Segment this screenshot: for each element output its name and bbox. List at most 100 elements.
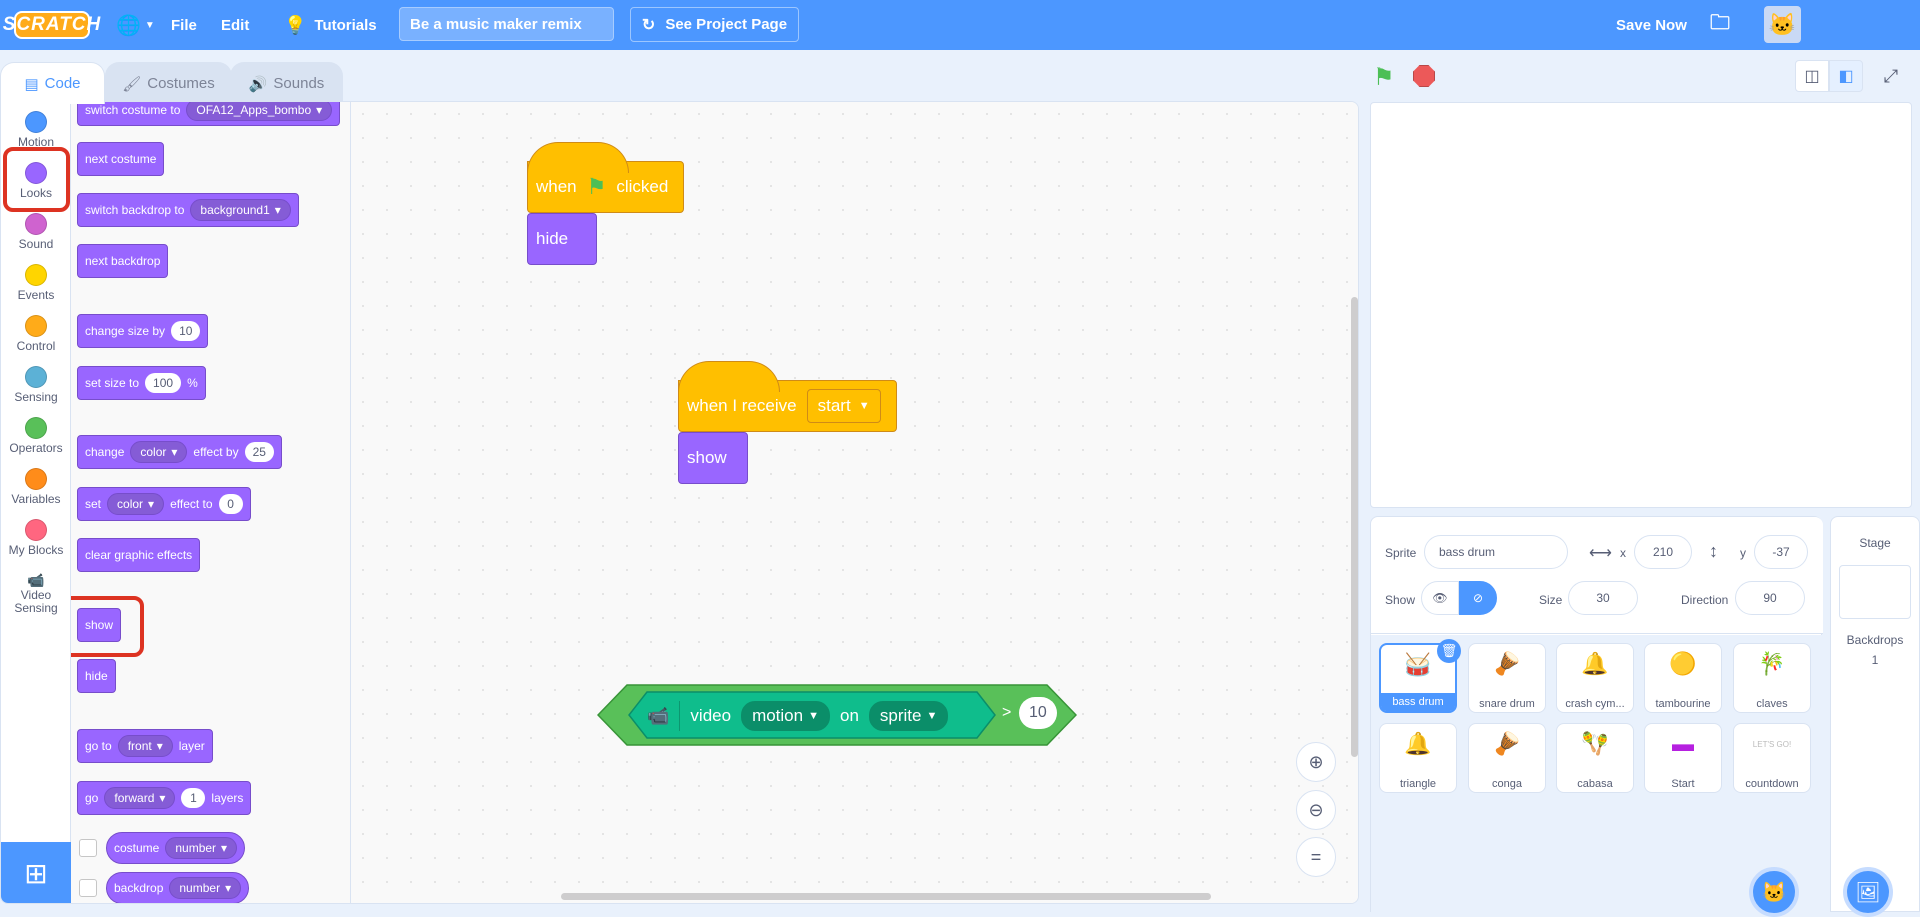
size-input[interactable]: 100 — [145, 373, 182, 393]
block-hide[interactable]: hide — [77, 659, 116, 693]
category-operators[interactable]: Operators — [1, 413, 71, 463]
video-target-dropdown[interactable]: sprite ▼ — [868, 701, 949, 731]
green-flag-icon[interactable]: ⚑ — [1373, 63, 1395, 92]
tutorials-button[interactable]: 💡 Tutorials — [284, 0, 377, 50]
category-sound[interactable]: Sound — [1, 209, 71, 259]
video-motion-comparison-block[interactable]: 📹 video motion ▼ on sprite ▼ > 10 — [597, 684, 1077, 746]
effect-change-input[interactable]: 25 — [244, 442, 274, 462]
stage-thumbnail[interactable] — [1839, 565, 1911, 619]
show-block[interactable]: show — [678, 432, 748, 484]
sprite-thumb-start[interactable]: ▬ Start — [1644, 723, 1722, 793]
block-set-size[interactable]: set size to 100% — [77, 366, 206, 400]
zoom-out-button[interactable]: ⊖ — [1296, 790, 1336, 830]
costume-attr-dropdown[interactable]: number ▾ — [165, 837, 238, 859]
zoom-in-button[interactable]: ⊕ — [1296, 742, 1336, 782]
sprite-thumb-triangle[interactable]: 🔔 triangle — [1379, 723, 1457, 793]
add-extension-button[interactable]: ⊞ — [1, 842, 71, 903]
avatar[interactable]: 🐱 — [1764, 6, 1801, 43]
costume-dropdown[interactable]: OFA12_Apps_bombo ▾ — [186, 102, 333, 121]
hide-block[interactable]: hide — [527, 213, 597, 265]
sprite-thumb-cabasa[interactable]: 🪇 cabasa — [1556, 723, 1634, 793]
zoom-reset-button[interactable]: = — [1296, 837, 1336, 877]
layer-dropdown[interactable]: front ▾ — [117, 735, 173, 757]
category-variables[interactable]: Variables — [1, 464, 71, 514]
sprite-name-input[interactable]: bass drum — [1424, 535, 1568, 569]
stage-canvas[interactable] — [1370, 102, 1912, 508]
block-go-layers[interactable]: go forward ▾ 1 layers — [77, 781, 252, 815]
effect-dropdown[interactable]: color ▾ — [130, 441, 188, 463]
fullscreen-button[interactable]: ⤢ — [1874, 60, 1908, 92]
block-next-backdrop[interactable]: next backdrop — [77, 244, 169, 278]
threshold-input[interactable]: 10 — [1019, 697, 1057, 729]
scratch-logo[interactable]: SCRATCH — [3, 11, 100, 39]
direction-input[interactable]: 90 — [1735, 581, 1805, 615]
message-dropdown[interactable]: start ▼ — [806, 389, 881, 423]
tutorials-label: Tutorials — [314, 16, 377, 34]
sprite-thumb-claves[interactable]: 🎋 claves — [1733, 643, 1811, 713]
sprite-name: tambourine — [1655, 698, 1711, 710]
when-i-receive-hat[interactable]: when I receive start ▼ — [678, 361, 897, 432]
size-change-input[interactable]: 10 — [171, 321, 201, 341]
category-menu: Motion Looks Sound Events Control Sensin… — [1, 102, 71, 903]
sprite-thumb-crash-cymbal[interactable]: 🔔 crash cym... — [1556, 643, 1634, 713]
stop-icon[interactable] — [1413, 65, 1435, 87]
large-stage-button[interactable]: ◧ — [1829, 60, 1863, 92]
tab-costumes[interactable]: 🖌 Costumes — [105, 62, 232, 104]
block-change-effect[interactable]: change color ▾ effect by 25 — [77, 435, 282, 469]
sprite-thumb-tambourine[interactable]: 🟡 tambourine — [1644, 643, 1722, 713]
y-input[interactable]: -37 — [1754, 535, 1808, 569]
script-canvas[interactable]: when ⚑ clicked hide when I receive start… — [351, 102, 1358, 903]
horizontal-scrollbar[interactable] — [561, 893, 1211, 900]
sprite-thumb-snare-drum[interactable]: 🪘 snare drum — [1468, 643, 1546, 713]
when-flag-clicked-hat[interactable]: when ⚑ clicked — [527, 142, 684, 213]
stage-selector[interactable]: Stage Backdrops 1 🖼 — [1830, 516, 1920, 917]
file-menu[interactable]: File — [171, 0, 197, 50]
delete-sprite-button[interactable]: 🗑 — [1437, 639, 1461, 663]
block-set-effect[interactable]: set color ▾ effect to 0 — [77, 487, 251, 521]
dropdown-value: start — [817, 396, 851, 415]
block-change-size[interactable]: change size by 10 — [77, 314, 209, 348]
tab-code[interactable]: ▤ Code — [0, 62, 105, 104]
effect-dropdown[interactable]: color ▾ — [107, 493, 165, 515]
block-switch-backdrop[interactable]: switch backdrop to background1 ▾ — [77, 193, 299, 227]
backdrop-reporter-checkbox[interactable] — [79, 879, 97, 897]
block-go-to-layer[interactable]: go to front ▾ layer — [77, 729, 213, 763]
save-now-button[interactable]: Save Now — [1616, 0, 1687, 50]
costume-reporter-checkbox[interactable] — [79, 839, 97, 857]
effect-value-input[interactable]: 0 — [218, 494, 243, 514]
tab-sounds[interactable]: 🔊 Sounds — [230, 62, 343, 104]
block-label: costume — [114, 841, 160, 855]
vertical-scrollbar[interactable] — [1351, 297, 1358, 757]
choose-backdrop-button[interactable]: 🖼 — [1843, 867, 1893, 917]
video-attribute-dropdown[interactable]: motion ▼ — [741, 701, 830, 731]
hide-sprite-button[interactable]: ⊘ — [1459, 581, 1497, 615]
language-menu[interactable]: 🌐 ▼ — [116, 0, 155, 50]
see-project-page-button[interactable]: ↻ See Project Page — [630, 7, 799, 42]
block-next-costume[interactable]: next costume — [77, 142, 165, 176]
edit-menu[interactable]: Edit — [221, 0, 249, 50]
layers-input[interactable]: 1 — [181, 788, 206, 808]
reporter-backdrop[interactable]: backdrop number ▾ — [106, 872, 250, 903]
project-title-input[interactable]: Be a music maker remix — [399, 7, 614, 41]
sprite-thumb-conga[interactable]: 🪘 conga — [1468, 723, 1546, 793]
size-input[interactable]: 30 — [1568, 581, 1638, 615]
block-switch-costume[interactable]: switch costume to OFA12_Apps_bombo ▾ — [77, 102, 341, 126]
show-sprite-button[interactable]: 👁 — [1421, 581, 1459, 615]
folder-icon[interactable]: 🗀 — [1710, 0, 1730, 50]
category-video-sensing[interactable]: 📹 Video Sensing — [1, 570, 71, 630]
category-sensing[interactable]: Sensing — [1, 362, 71, 412]
direction-dropdown[interactable]: forward ▾ — [104, 787, 176, 809]
small-stage-button[interactable]: ◫ — [1795, 60, 1829, 92]
choose-sprite-button[interactable]: 🐱 — [1749, 867, 1799, 917]
category-my-blocks[interactable]: My Blocks — [1, 515, 71, 565]
sprite-thumb-countdown[interactable]: LET'S GO! countdown — [1733, 723, 1811, 793]
block-clear-graphic-effects[interactable]: clear graphic effects — [77, 538, 201, 572]
reporter-costume[interactable]: costume number ▾ — [106, 832, 246, 864]
category-control[interactable]: Control — [1, 311, 71, 361]
backdrop-attr-dropdown[interactable]: number ▾ — [169, 877, 242, 899]
stage-header: ⚑ ◫ ◧ ⤢ — [1359, 50, 1920, 102]
category-events[interactable]: Events — [1, 260, 71, 310]
backdrop-dropdown[interactable]: background1 ▾ — [190, 199, 291, 221]
x-input[interactable]: 210 — [1634, 535, 1692, 569]
sprite-thumb-bass-drum[interactable]: 🥁 bass drum 🗑 — [1379, 639, 1461, 713]
